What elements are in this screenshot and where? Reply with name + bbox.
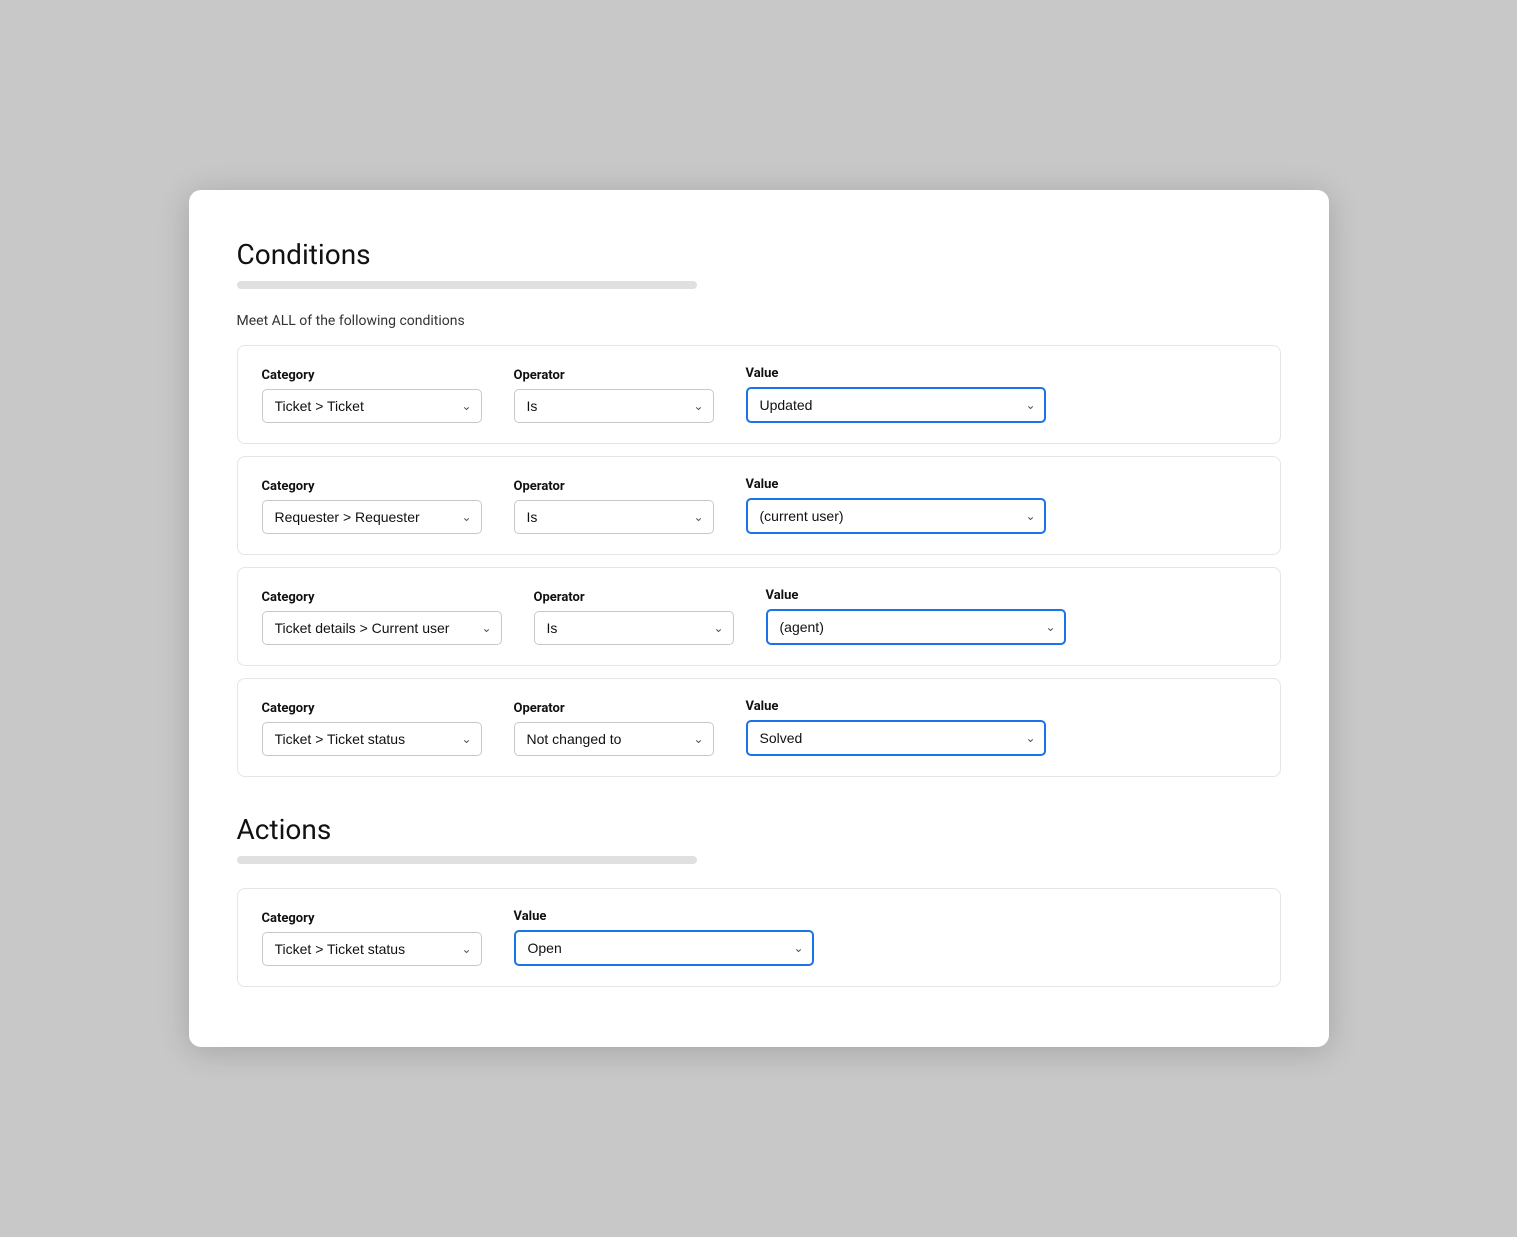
actions-title: Actions bbox=[237, 813, 1281, 846]
condition-4-value-wrapper: Solved ⌄ bbox=[746, 720, 1046, 756]
condition-4-value-select[interactable]: Solved bbox=[746, 720, 1046, 756]
condition-1-fields: Category Ticket > Ticket ⌄ Operator Is bbox=[262, 366, 1256, 423]
condition-3-value-label: Value bbox=[766, 588, 1066, 603]
condition-2-category-wrapper: Requester > Requester ⌄ bbox=[262, 500, 482, 534]
condition-1-value-wrapper: Updated ⌄ bbox=[746, 387, 1046, 423]
condition-4-operator-label: Operator bbox=[514, 701, 714, 716]
condition-4-category-select[interactable]: Ticket > Ticket status bbox=[262, 722, 482, 756]
action-1-value-block: Value Open ⌄ bbox=[514, 909, 814, 966]
condition-row-4: Category Ticket > Ticket status ⌄ Operat… bbox=[237, 678, 1281, 777]
conditions-divider bbox=[237, 281, 697, 289]
action-1-value-label: Value bbox=[514, 909, 814, 924]
condition-4-operator-block: Operator Not changed to ⌄ bbox=[514, 701, 714, 756]
condition-3-operator-label: Operator bbox=[534, 590, 734, 605]
main-window: Conditions Meet ALL of the following con… bbox=[189, 190, 1329, 1047]
conditions-title: Conditions bbox=[237, 238, 1281, 271]
condition-2-value-select[interactable]: (current user) bbox=[746, 498, 1046, 534]
condition-1-operator-select[interactable]: Is bbox=[514, 389, 714, 423]
condition-3-category-block: Category Ticket details > Current user ⌄ bbox=[262, 590, 502, 645]
action-1-category-label: Category bbox=[262, 911, 482, 926]
condition-1-category-wrapper: Ticket > Ticket ⌄ bbox=[262, 389, 482, 423]
actions-divider bbox=[237, 856, 697, 864]
action-1-category-wrapper: Ticket > Ticket status ⌄ bbox=[262, 932, 482, 966]
action-1-fields: Category Ticket > Ticket status ⌄ Value … bbox=[262, 909, 1256, 966]
action-1-category-select[interactable]: Ticket > Ticket status bbox=[262, 932, 482, 966]
conditions-section: Conditions Meet ALL of the following con… bbox=[237, 238, 1281, 777]
condition-4-operator-select[interactable]: Not changed to bbox=[514, 722, 714, 756]
condition-2-category-block: Category Requester > Requester ⌄ bbox=[262, 479, 482, 534]
condition-4-value-block: Value Solved ⌄ bbox=[746, 699, 1046, 756]
condition-4-operator-wrapper: Not changed to ⌄ bbox=[514, 722, 714, 756]
condition-4-fields: Category Ticket > Ticket status ⌄ Operat… bbox=[262, 699, 1256, 756]
condition-1-operator-wrapper: Is ⌄ bbox=[514, 389, 714, 423]
condition-2-value-label: Value bbox=[746, 477, 1046, 492]
actions-section: Actions Category Ticket > Ticket status … bbox=[237, 813, 1281, 987]
condition-2-operator-block: Operator Is ⌄ bbox=[514, 479, 714, 534]
condition-1-operator-label: Operator bbox=[514, 368, 714, 383]
condition-1-value-select[interactable]: Updated bbox=[746, 387, 1046, 423]
condition-3-operator-block: Operator Is ⌄ bbox=[534, 590, 734, 645]
action-1-value-wrapper: Open ⌄ bbox=[514, 930, 814, 966]
condition-2-category-select[interactable]: Requester > Requester bbox=[262, 500, 482, 534]
condition-row-2: Category Requester > Requester ⌄ Operato… bbox=[237, 456, 1281, 555]
condition-1-category-select[interactable]: Ticket > Ticket bbox=[262, 389, 482, 423]
condition-2-operator-wrapper: Is ⌄ bbox=[514, 500, 714, 534]
action-row-1: Category Ticket > Ticket status ⌄ Value … bbox=[237, 888, 1281, 987]
condition-3-value-select[interactable]: (agent) bbox=[766, 609, 1066, 645]
action-1-category-block: Category Ticket > Ticket status ⌄ bbox=[262, 911, 482, 966]
condition-1-category-block: Category Ticket > Ticket ⌄ bbox=[262, 368, 482, 423]
condition-2-value-block: Value (current user) ⌄ bbox=[746, 477, 1046, 534]
condition-3-value-block: Value (agent) ⌄ bbox=[766, 588, 1066, 645]
condition-2-value-wrapper: (current user) ⌄ bbox=[746, 498, 1046, 534]
condition-4-category-wrapper: Ticket > Ticket status ⌄ bbox=[262, 722, 482, 756]
condition-4-value-label: Value bbox=[746, 699, 1046, 714]
condition-1-value-label: Value bbox=[746, 366, 1046, 381]
condition-row-3: Category Ticket details > Current user ⌄… bbox=[237, 567, 1281, 666]
condition-3-fields: Category Ticket details > Current user ⌄… bbox=[262, 588, 1256, 645]
condition-2-operator-label: Operator bbox=[514, 479, 714, 494]
condition-3-operator-wrapper: Is ⌄ bbox=[534, 611, 734, 645]
action-1-value-select[interactable]: Open bbox=[514, 930, 814, 966]
condition-1-category-label: Category bbox=[262, 368, 482, 383]
condition-3-value-wrapper: (agent) ⌄ bbox=[766, 609, 1066, 645]
condition-1-value-block: Value Updated ⌄ bbox=[746, 366, 1046, 423]
condition-4-category-label: Category bbox=[262, 701, 482, 716]
condition-3-category-wrapper: Ticket details > Current user ⌄ bbox=[262, 611, 502, 645]
condition-1-operator-block: Operator Is ⌄ bbox=[514, 368, 714, 423]
condition-2-operator-select[interactable]: Is bbox=[514, 500, 714, 534]
condition-3-category-label: Category bbox=[262, 590, 502, 605]
condition-row-1: Category Ticket > Ticket ⌄ Operator Is bbox=[237, 345, 1281, 444]
condition-2-category-label: Category bbox=[262, 479, 482, 494]
condition-3-category-select[interactable]: Ticket details > Current user bbox=[262, 611, 502, 645]
conditions-subtitle: Meet ALL of the following conditions bbox=[237, 313, 1281, 329]
condition-2-fields: Category Requester > Requester ⌄ Operato… bbox=[262, 477, 1256, 534]
condition-4-category-block: Category Ticket > Ticket status ⌄ bbox=[262, 701, 482, 756]
condition-3-operator-select[interactable]: Is bbox=[534, 611, 734, 645]
